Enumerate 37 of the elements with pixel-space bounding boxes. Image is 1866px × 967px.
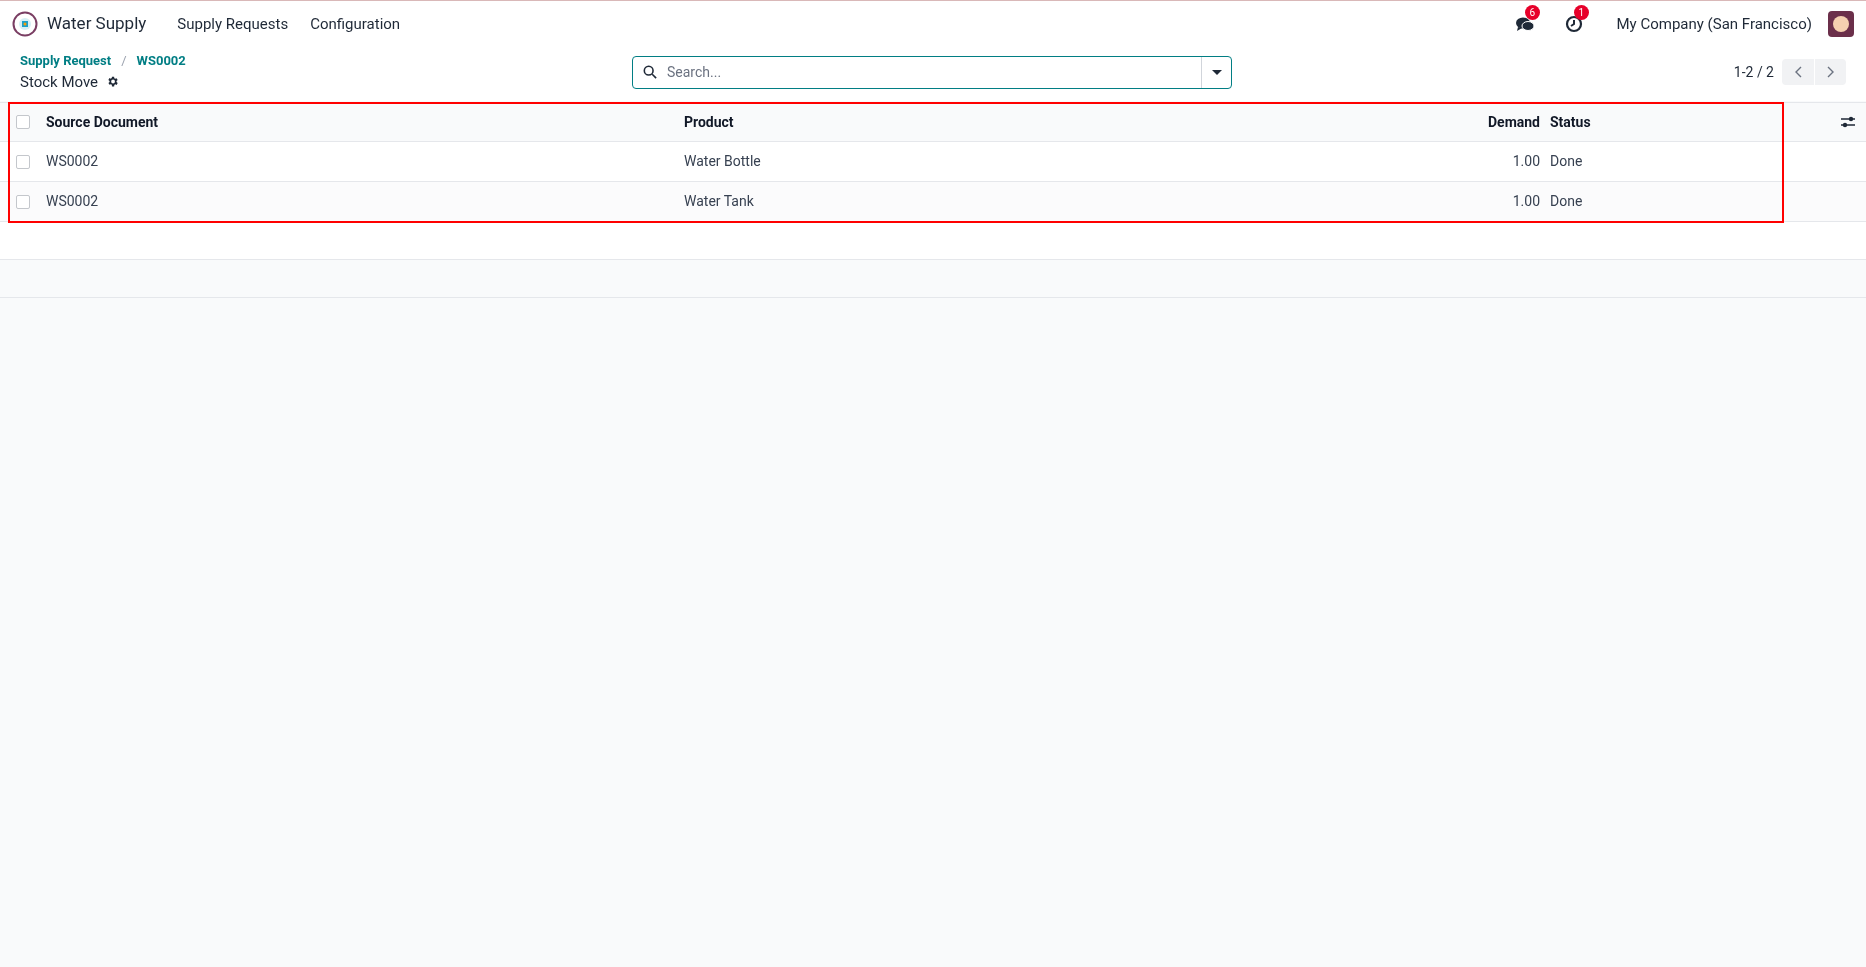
- search-icon: [643, 65, 657, 79]
- column-header[interactable]: Status: [1540, 111, 1830, 133]
- sliders-icon[interactable]: [1841, 116, 1855, 128]
- breadcrumb-link[interactable]: Supply Request: [20, 51, 112, 71]
- table-cell-text: Water Bottle: [684, 152, 762, 171]
- app-name[interactable]: Water Supply: [47, 11, 147, 37]
- clock-icon[interactable]: [1564, 15, 1583, 33]
- menu-item[interactable]: Configuration: [299, 12, 412, 36]
- column-header[interactable]: Product: [684, 111, 1420, 133]
- column-header[interactable]: Demand: [1420, 111, 1540, 133]
- gear-icon[interactable]: [106, 75, 120, 89]
- search-field[interactable]: Search...: [667, 61, 1201, 83]
- row-checkbox[interactable]: [16, 154, 30, 169]
- table-cell-text: Water Tank: [684, 192, 755, 211]
- page-title: Stock Move: [20, 71, 99, 93]
- notification-badge: 1: [1573, 5, 1590, 20]
- row-checkbox[interactable]: [16, 194, 30, 209]
- table-cell-text: Done: [1549, 152, 1584, 171]
- chevron-left-icon: [1794, 66, 1802, 78]
- app-logo-icon[interactable]: [12, 11, 38, 37]
- user-avatar[interactable]: [1828, 11, 1854, 37]
- chevron-right-icon: [1826, 66, 1835, 78]
- breadcrumb-separator: /: [121, 52, 127, 70]
- row-checkbox[interactable]: [16, 115, 30, 129]
- menu-item[interactable]: Supply Requests: [166, 12, 300, 36]
- chat-icon[interactable]: [1514, 15, 1535, 33]
- table-cell-text: Done: [1549, 192, 1584, 211]
- breadcrumb-link[interactable]: WS0002: [136, 51, 186, 71]
- table-cell-text: 1.00: [1511, 152, 1540, 171]
- table-cell-text: WS0002: [46, 192, 100, 211]
- pager-value[interactable]: 1-2 / 2: [1733, 61, 1774, 83]
- column-header[interactable]: Source Document: [46, 111, 684, 133]
- table-cell-text: 1.00: [1511, 192, 1540, 211]
- company-switcher[interactable]: My Company (San Francisco): [1616, 12, 1812, 36]
- notification-badge: 6: [1524, 5, 1541, 20]
- search-bar[interactable]: Search...: [632, 55, 1232, 89]
- table-cell-text: WS0002: [46, 152, 100, 171]
